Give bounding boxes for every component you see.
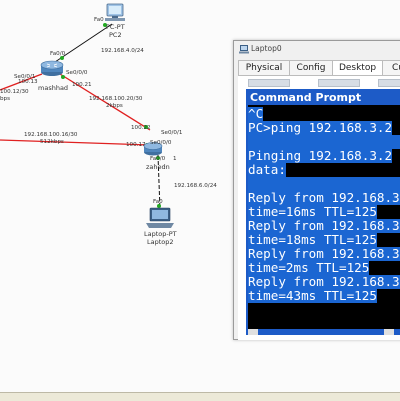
label-net-100-16: 192.168.100.16/30 — [24, 132, 78, 138]
terminal-line: time=16ms TTL=125 — [248, 204, 377, 219]
laptop2-type-label: Laptop-PT — [144, 230, 177, 238]
terminal-line: PC>ping 192.168.3.2 — [248, 120, 393, 135]
tab-physical[interactable]: Physical — [238, 60, 290, 75]
desktop-app-strip — [248, 79, 400, 87]
label-net-192-168-4: 192.168.4.0/24 — [101, 48, 144, 54]
terminal-output[interactable]: ^C PC>ping 192.168.3.2 Pinging 192.168.3… — [248, 105, 400, 329]
label-bw-20: 2kbps — [106, 103, 123, 109]
command-prompt-window[interactable]: Command Prompt ^C PC>ping 192.168.3.2 Pi… — [246, 89, 400, 335]
window-titlebar[interactable]: Laptop0 — [234, 41, 400, 58]
pc2-icon — [105, 3, 125, 21]
label-bw-16: 512kbps — [40, 139, 64, 145]
pc2-type-label: PC-PT — [106, 23, 125, 31]
terminal-line: time=2ms TTL=125 — [248, 260, 370, 275]
label-ip-100-21: 100.21 — [72, 82, 92, 88]
label-zahedn-ip-22: 100.22 — [131, 125, 151, 131]
label-mashhad-se00: Se0/0/0 — [66, 70, 88, 76]
command-prompt-title: Command Prompt — [250, 91, 362, 104]
window-title: Laptop0 — [251, 44, 282, 53]
label-zahedn-se01: Se0/0/1 — [161, 130, 183, 136]
terminal-line: Reply from 192.168.3 — [248, 218, 400, 233]
terminal-line — [248, 135, 400, 149]
scrollbar-thumb-left[interactable] — [248, 329, 258, 335]
label-ip-100-13: 100.13 — [18, 79, 38, 85]
terminal-line: data: — [248, 162, 286, 177]
terminal-line: Pinging 192.168.3.2 — [248, 148, 393, 163]
label-zahedn-se00: Se0/0/0 — [150, 140, 172, 146]
laptop2-name-label: Laptop2 — [147, 238, 174, 246]
zahedn-name-label: zahedn — [146, 163, 170, 171]
terminal-line: time=18ms TTL=125 — [248, 232, 377, 247]
label-zahedn-num: 1 — [173, 156, 177, 162]
label-net-192-168-6: 192.168.6.0/24 — [174, 183, 217, 189]
terminal-line — [248, 177, 400, 191]
mashhad-name-label: mashhad — [38, 84, 69, 92]
tab-custom[interactable]: Cu — [382, 60, 400, 75]
scrollbar-thumb-right[interactable] — [384, 329, 394, 335]
tab-desktop[interactable]: Desktop — [332, 60, 383, 76]
router-mashhad-icon — [40, 60, 64, 76]
label-laptop-fa0: Fa0 — [153, 199, 163, 205]
terminal-line: Reply from 192.168.3 — [248, 246, 400, 261]
label-zahedn-ip-17: 100.17 — [126, 142, 146, 148]
label-mashhad-fa00: Fa0/0 — [50, 51, 66, 57]
horizontal-scrollbar[interactable] — [248, 329, 400, 335]
laptop-icon — [239, 45, 249, 54]
terminal-line: ^C — [248, 106, 264, 121]
terminal-line: Reply from 192.168.3 — [248, 274, 400, 289]
label-net-100-12: 100.12/30 — [0, 89, 29, 95]
label-net-100-20: 192.168.100.20/30 — [89, 96, 143, 102]
laptop2-icon — [146, 207, 174, 228]
tab-config[interactable]: Config — [289, 60, 333, 75]
terminal-line: Reply from 192.168.3 — [248, 190, 400, 205]
label-bw-left: bps — [0, 96, 11, 102]
terminal-line: time=43ms TTL=125 — [248, 288, 377, 303]
label-pc2-fa0: Fa0 — [94, 17, 104, 23]
label-zahedn-fa01: Fa0/0 — [150, 156, 166, 162]
pc2-name-label: PC2 — [109, 31, 122, 39]
laptop0-window[interactable]: Laptop0 Physical Config Desktop Cu Comma… — [233, 40, 400, 340]
